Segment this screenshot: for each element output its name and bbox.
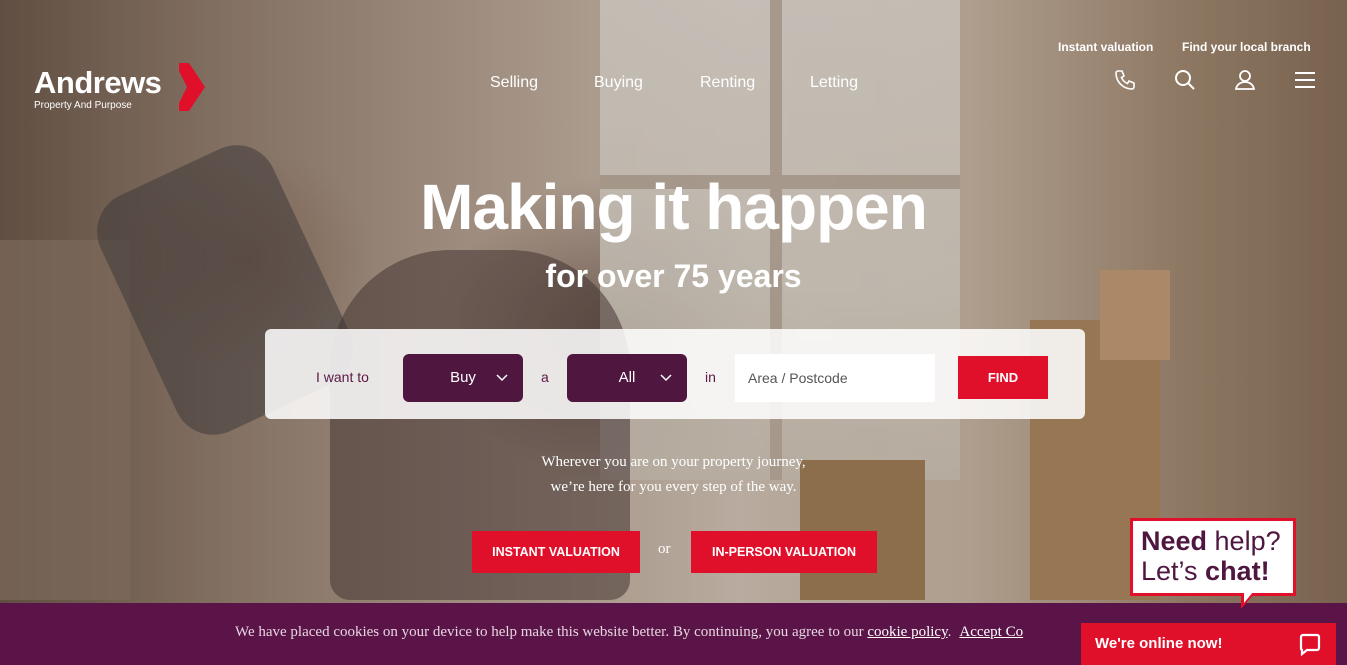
- chevron-down-icon: [660, 374, 672, 382]
- journey-line-2: we’re here for you every step of the way…: [550, 479, 797, 495]
- chat-online-bar[interactable]: We're online now!: [1081, 623, 1336, 665]
- nav-renting[interactable]: Renting: [700, 74, 755, 92]
- hero-title: Making it happen: [420, 171, 928, 243]
- nav-selling[interactable]: Selling: [490, 74, 538, 92]
- chat-bubble-line-2: Let’s chat!: [1141, 556, 1293, 586]
- accept-cookies-link[interactable]: Accept Co: [959, 624, 1023, 640]
- need-text: Need: [1141, 526, 1208, 556]
- instant-valuation-link[interactable]: Instant valuation: [1058, 40, 1153, 54]
- lets-text: Let’s: [1141, 556, 1206, 586]
- cookie-period: .: [947, 624, 952, 640]
- cookie-policy-link[interactable]: cookie policy: [867, 624, 947, 640]
- or-label: or: [658, 541, 671, 557]
- cookie-message: We have placed cookies on your device to…: [235, 624, 1023, 641]
- help-text: help?: [1207, 526, 1281, 556]
- nav-buying[interactable]: Buying: [594, 74, 643, 92]
- find-button[interactable]: FIND: [958, 356, 1048, 399]
- find-branch-link[interactable]: Find your local branch: [1182, 40, 1311, 54]
- a-label: a: [541, 369, 549, 385]
- phone-icon[interactable]: [1113, 68, 1137, 92]
- brand-logo[interactable]: Andrews Property And Purpose: [34, 63, 205, 112]
- account-icon[interactable]: [1233, 68, 1257, 92]
- search-icon[interactable]: [1173, 68, 1197, 92]
- area-postcode-input[interactable]: [735, 354, 935, 402]
- chat-text: chat!: [1205, 556, 1270, 586]
- instant-valuation-button[interactable]: INSTANT VALUATION: [472, 531, 640, 573]
- nav-letting[interactable]: Letting: [810, 74, 858, 92]
- intent-select[interactable]: Buy: [403, 354, 523, 402]
- hero-subtitle: for over 75 years: [545, 258, 802, 294]
- chevron-down-icon: [496, 374, 508, 382]
- bubble-tail-inner: [1244, 592, 1253, 603]
- property-search-bar: I want to Buy a All in FIND: [265, 329, 1085, 419]
- online-status-text: We're online now!: [1095, 635, 1223, 652]
- in-label: in: [705, 369, 716, 385]
- brand-name: Andrews: [34, 65, 162, 100]
- cookie-text: We have placed cookies on your device to…: [235, 624, 868, 640]
- brand-tagline: Property And Purpose: [34, 100, 132, 111]
- chat-bubble-icon: [1299, 633, 1321, 656]
- i-want-to-label: I want to: [316, 369, 369, 385]
- journey-line-1: Wherever you are on your property journe…: [541, 454, 806, 470]
- chat-help-bubble[interactable]: Need help? Let’s chat!: [1130, 518, 1296, 609]
- in-person-valuation-button[interactable]: IN-PERSON VALUATION: [691, 531, 877, 573]
- brand-chevron-icon: [179, 63, 205, 111]
- journey-text: Wherever you are on your property journe…: [0, 450, 1347, 500]
- chat-bubble-line-1: Need help?: [1141, 526, 1293, 556]
- property-type-select[interactable]: All: [567, 354, 687, 402]
- menu-icon[interactable]: [1293, 68, 1317, 92]
